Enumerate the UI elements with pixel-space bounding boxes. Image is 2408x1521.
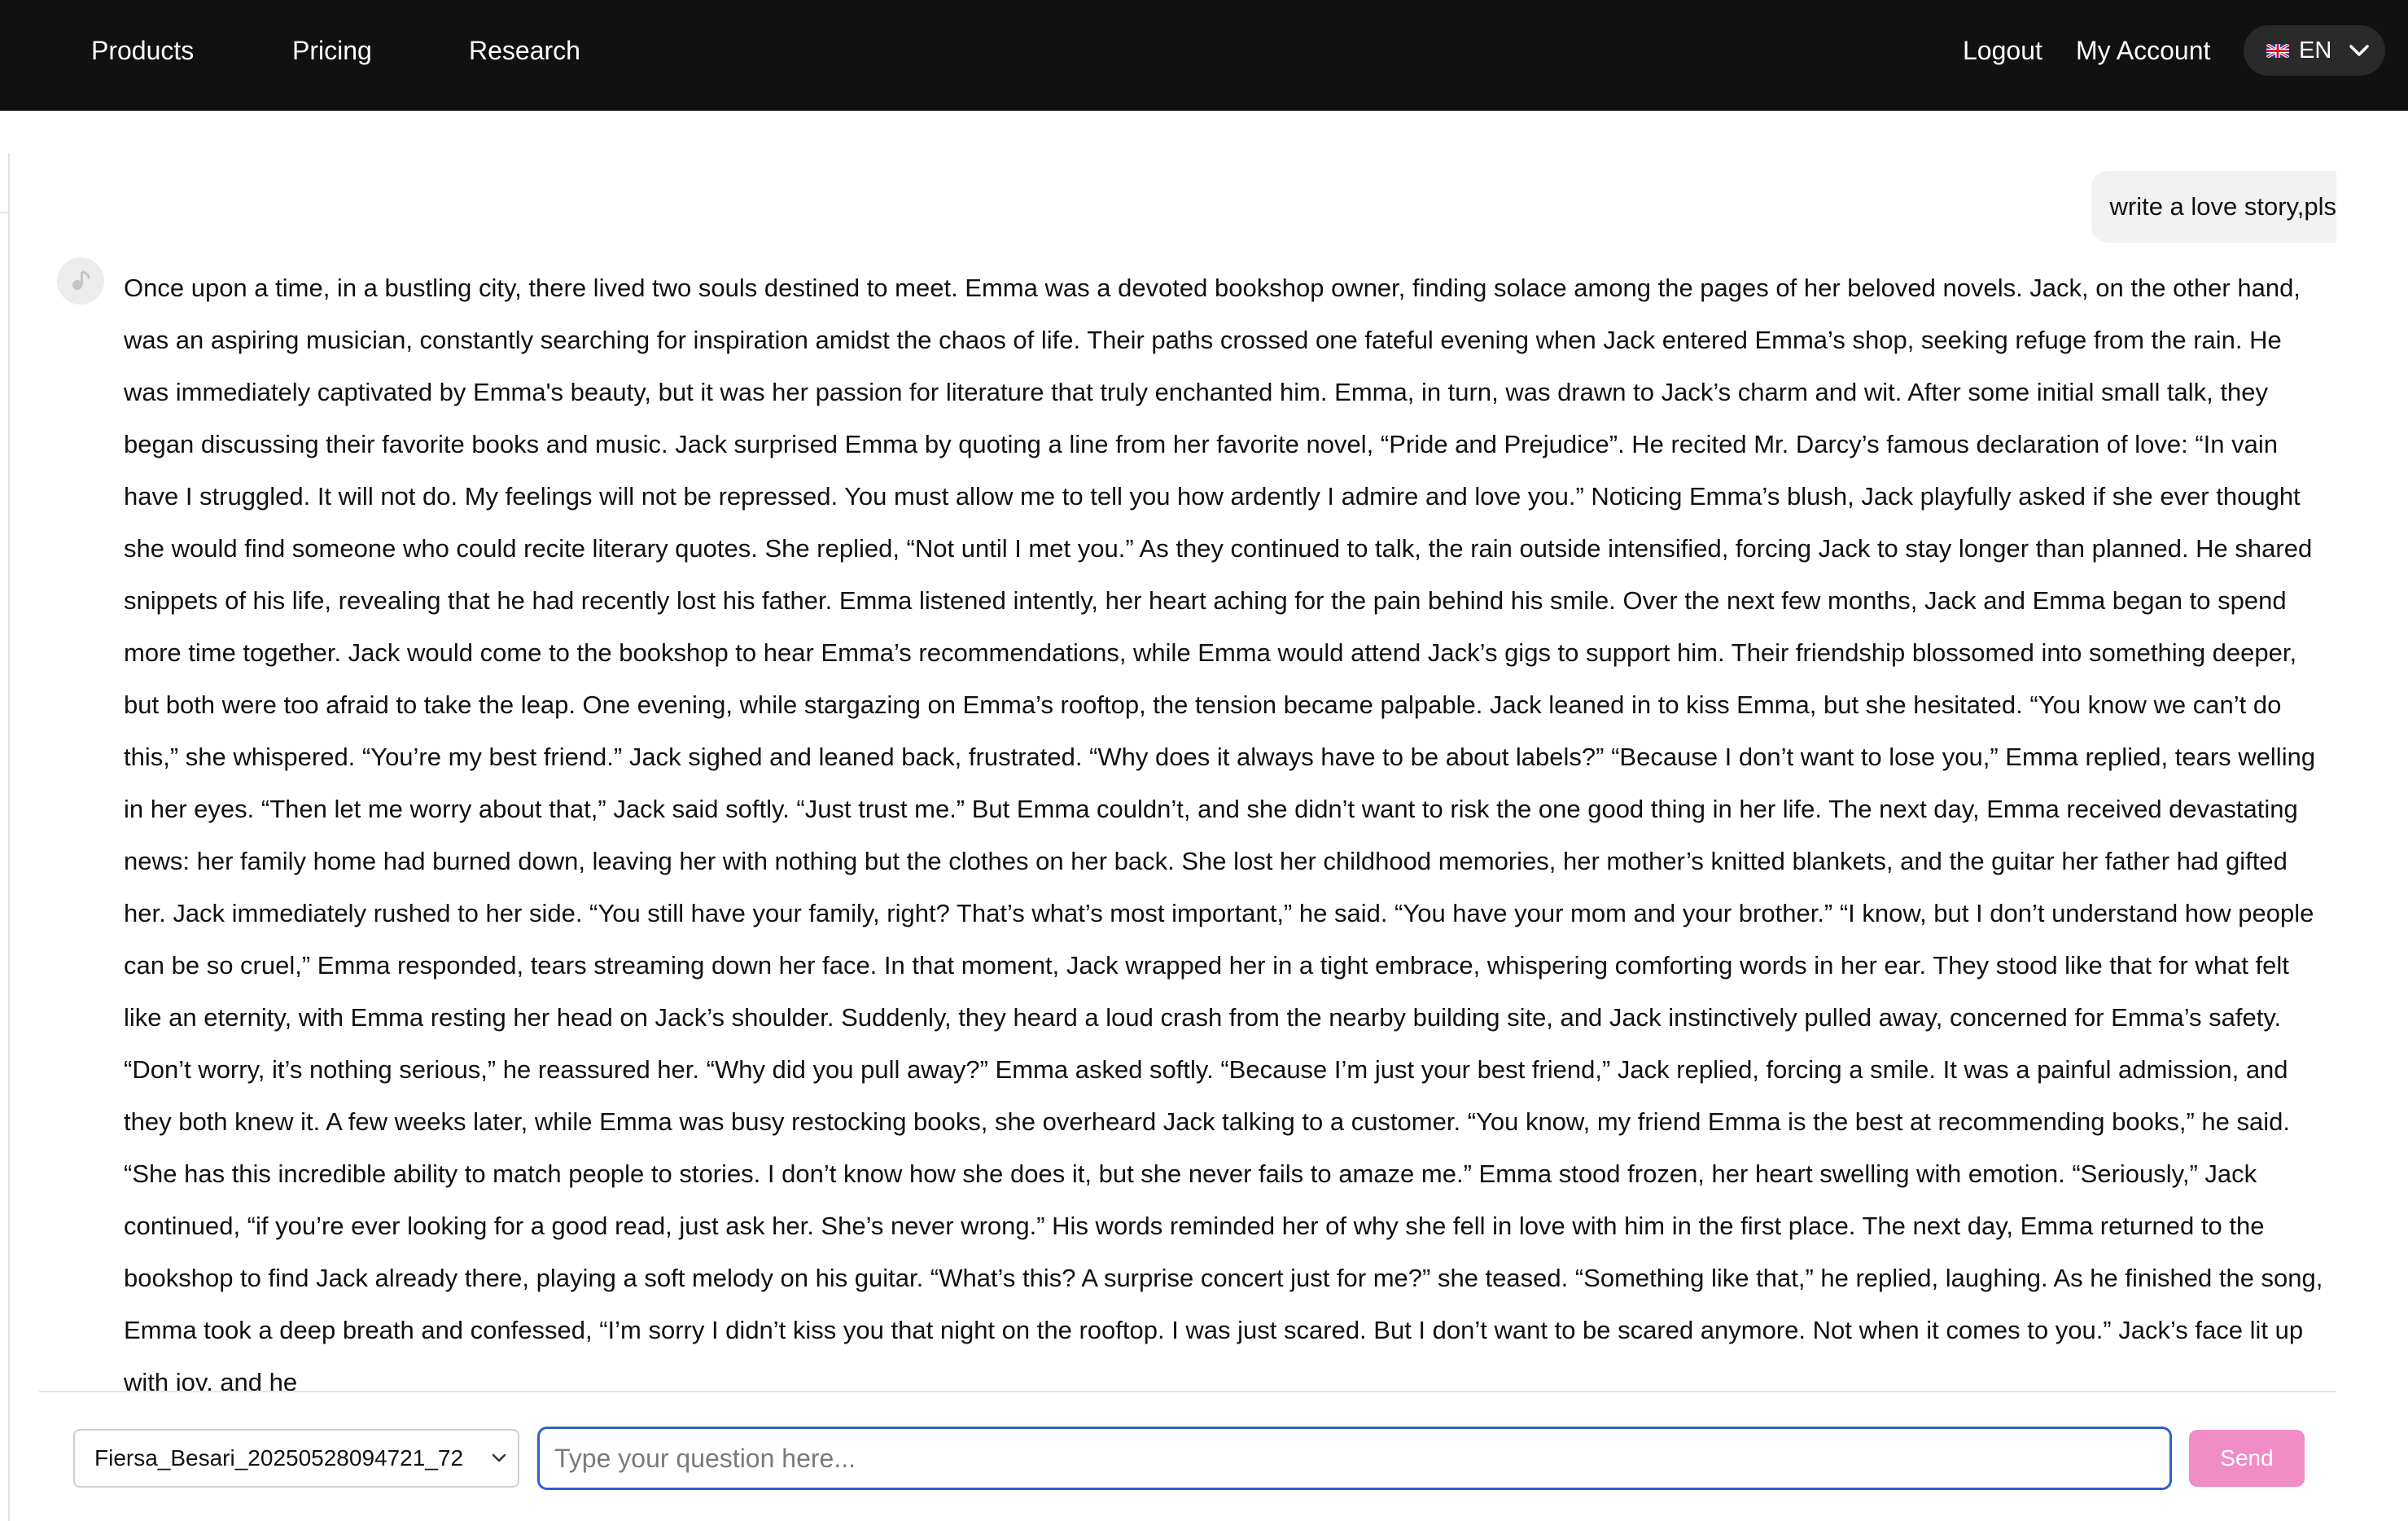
nav-link-products[interactable]: Products: [91, 0, 194, 101]
chevron-down-icon: [490, 1450, 508, 1466]
nav-link-pricing[interactable]: Pricing: [292, 0, 372, 101]
language-code: EN: [2299, 37, 2332, 64]
document-select[interactable]: Fiersa_Besari_20250528094721_72: [73, 1429, 519, 1488]
top-navigation-bar: Products Pricing Research Logout My Acco…: [0, 0, 2408, 111]
chevron-down-icon: [2348, 41, 2371, 60]
composer-divider: [39, 1391, 2336, 1392]
left-sidebar-edge: [0, 153, 10, 1521]
user-message-bubble: write a love story,pls: [2091, 171, 2336, 243]
assistant-avatar: [57, 257, 104, 305]
music-note-icon: [72, 270, 90, 290]
logout-link[interactable]: Logout: [1963, 0, 2042, 101]
chat-messages-area[interactable]: write a love story,pls Once upon a time,…: [20, 111, 2336, 1391]
question-input[interactable]: [537, 1427, 2172, 1490]
left-sidebar-divider: [0, 153, 10, 213]
language-selector[interactable]: EN: [2244, 25, 2385, 76]
assistant-message-text: Once upon a time, in a bustling city, th…: [124, 274, 2323, 1391]
document-select-value: Fiersa_Besari_20250528094721_72: [94, 1445, 464, 1471]
my-account-link[interactable]: My Account: [2076, 0, 2210, 101]
nav-link-research[interactable]: Research: [469, 0, 580, 101]
uk-flag-icon: [2266, 42, 2290, 59]
send-button[interactable]: Send: [2189, 1430, 2305, 1487]
